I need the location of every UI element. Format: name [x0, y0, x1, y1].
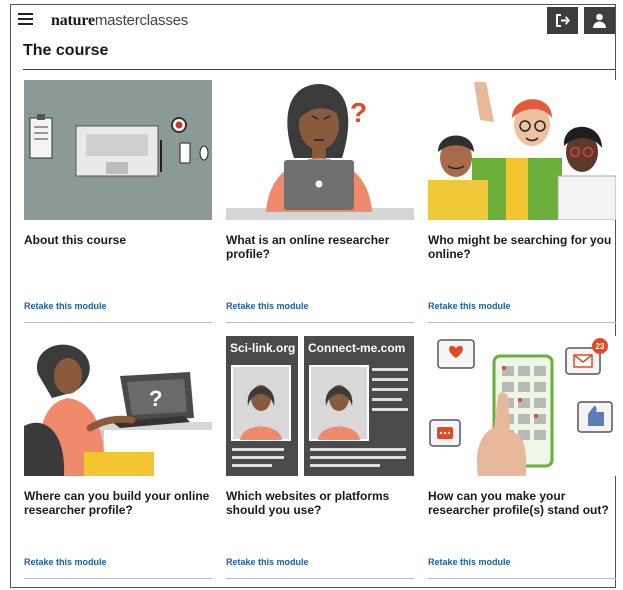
logout-button[interactable]	[547, 7, 578, 34]
card-divider	[226, 578, 414, 579]
phone-notifications-illustration[interactable]: 23	[428, 336, 616, 476]
title-divider	[23, 69, 615, 70]
group-people-illustration[interactable]	[428, 80, 616, 220]
module-title: Who might be searching for you online?	[428, 233, 612, 261]
user-icon	[593, 13, 606, 28]
laptop-desk-illustration[interactable]	[24, 80, 212, 220]
module-title: Which websites or platforms should you u…	[226, 489, 390, 517]
profile-websites-illustration[interactable]: Sci-link.org Connect-me.com	[226, 336, 414, 476]
top-bar: naturemasterclasses	[10, 4, 616, 36]
retake-module-link[interactable]: Retake this module	[24, 301, 107, 311]
module-title: About this course	[24, 233, 127, 247]
profile-button[interactable]	[584, 7, 615, 34]
retake-module-link[interactable]: Retake this module	[428, 557, 511, 567]
question-mark-label: ?	[350, 97, 367, 128]
retake-module-link[interactable]: Retake this module	[428, 301, 511, 311]
module-card-what-is-profile: ? What is an online researcher profile? …	[226, 80, 414, 323]
module-title: Where can you build your online research…	[24, 489, 210, 517]
module-card-stand-out: 23 How can you make your researcher prof…	[428, 336, 616, 579]
card-divider	[428, 578, 616, 579]
module-card-who-searching: Who might be searching for you online? R…	[428, 80, 616, 323]
notification-count: 23	[596, 342, 605, 351]
retake-module-link[interactable]: Retake this module	[24, 557, 107, 567]
card-divider	[428, 322, 616, 323]
module-title: How can you make your researcher profile…	[428, 489, 609, 517]
logout-icon	[556, 14, 570, 27]
brand-logo[interactable]: naturemasterclasses	[51, 12, 188, 30]
retake-module-link[interactable]: Retake this module	[226, 301, 309, 311]
page-title: The course	[23, 42, 109, 59]
module-card-where-build: ? Where can you build your online resear…	[24, 336, 212, 579]
hamburger-icon[interactable]	[18, 13, 33, 25]
card-divider	[226, 322, 414, 323]
svg-text:?: ?	[149, 386, 162, 411]
card-divider	[24, 578, 212, 579]
connect-me-label: Connect-me.com	[308, 341, 405, 355]
retake-module-link[interactable]: Retake this module	[226, 557, 309, 567]
module-card-about: About this course Retake this module	[24, 80, 212, 323]
card-divider	[24, 322, 212, 323]
module-card-which-websites: Sci-link.org Connect-me.com Which websit…	[226, 336, 414, 579]
researcher-laptop-illustration[interactable]: ?	[226, 80, 414, 220]
module-title: What is an online researcher profile?	[226, 233, 390, 261]
sci-link-label: Sci-link.org	[230, 341, 295, 355]
person-at-laptop-illustration[interactable]: ?	[24, 336, 212, 476]
